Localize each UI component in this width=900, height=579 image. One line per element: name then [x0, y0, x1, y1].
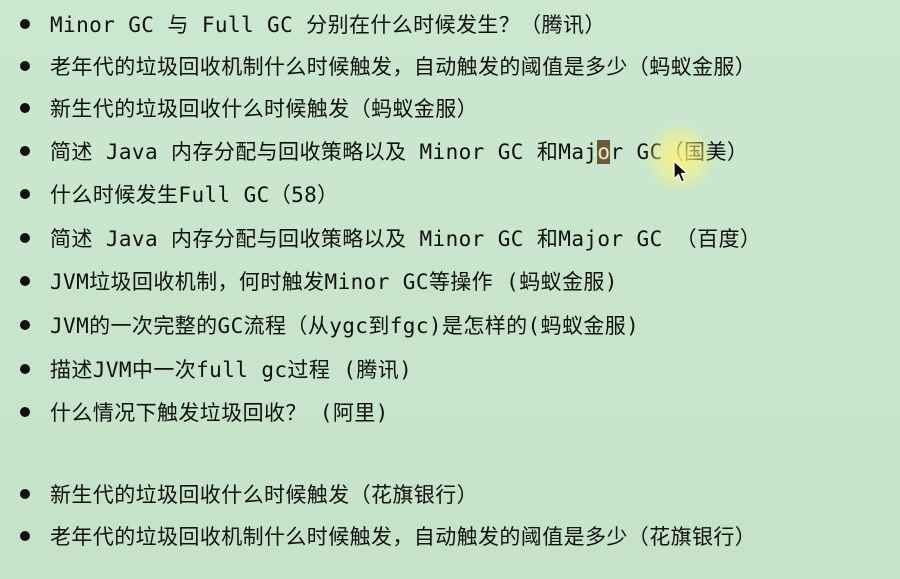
bullet-icon: [20, 320, 30, 330]
question-text: 简述 Java 内存分配与回收策略以及 Minor GC 和Major GC （…: [50, 227, 762, 251]
question-text: 简述 Java 内存分配与回收策略以及 Minor GC 和Major GC（国…: [50, 136, 748, 166]
question-text: Minor GC 与 Full GC 分别在什么时候发生？（腾讯）: [50, 13, 606, 37]
bullet-icon: [20, 61, 30, 71]
list-item: JVM垃圾回收机制，何时触发Minor GC等操作 (蚂蚁金服): [0, 261, 900, 301]
list-item: 新生代的垃圾回收什么时候触发（蚂蚁金服）: [0, 88, 900, 128]
question-text-before-selection: 简述 Java 内存分配与回收策略以及 Minor GC 和Maj: [50, 140, 598, 164]
bullet-icon: [20, 146, 30, 156]
bullet-icon: [20, 276, 30, 286]
bullet-icon: [20, 233, 30, 243]
bullet-icon: [20, 189, 30, 199]
list-item: 描述JVM中一次full gc过程 (腾讯): [0, 349, 900, 389]
list-item: 简述 Java 内存分配与回收策略以及 Minor GC 和Major GC （…: [0, 218, 900, 258]
bullet-icon: [20, 407, 30, 417]
question-text: 什么时候发生Full GC（58）: [50, 183, 339, 207]
bullet-icon: [20, 19, 30, 29]
question-text: 新生代的垃圾回收什么时候触发（蚂蚁金服）: [50, 97, 478, 121]
question-text: 新生代的垃圾回收什么时候触发（花旗银行）: [50, 483, 478, 507]
question-text: 老年代的垃圾回收机制什么时候触发，自动触发的阈值是多少（蚂蚁金服）: [50, 55, 757, 79]
bullet-icon: [20, 531, 30, 541]
list-item: Minor GC 与 Full GC 分别在什么时候发生？（腾讯）: [0, 4, 900, 44]
list-item: 什么情况下触发垃圾回收？ (阿里): [0, 392, 900, 432]
question-text: 老年代的垃圾回收机制什么时候触发，自动触发的阈值是多少（花旗银行）: [50, 525, 757, 549]
list-item: 新生代的垃圾回收什么时候触发（花旗银行）: [0, 474, 900, 514]
list-item: JVM的一次完整的GC流程（从ygc到fgc)是怎样的(蚂蚁金服): [0, 305, 900, 345]
bullet-icon: [20, 103, 30, 113]
mouse-pointer-icon: [673, 160, 689, 183]
question-text: 什么情况下触发垃圾回收？ (阿里): [50, 401, 389, 425]
list-item: 简述 Java 内存分配与回收策略以及 Minor GC 和Major GC（国…: [0, 131, 900, 171]
bullet-icon: [20, 489, 30, 499]
selected-text: o: [597, 140, 611, 164]
bullet-icon: [20, 364, 30, 374]
list-item: 老年代的垃圾回收机制什么时候触发，自动触发的阈值是多少（蚂蚁金服）: [0, 46, 900, 86]
question-text: 描述JVM中一次full gc过程 (腾讯): [50, 358, 413, 382]
list-item: 老年代的垃圾回收机制什么时候触发，自动触发的阈值是多少（花旗银行）: [0, 516, 900, 556]
slide-page: Minor GC 与 Full GC 分别在什么时候发生？（腾讯） 老年代的垃圾…: [0, 0, 900, 579]
list-item: 什么时候发生Full GC（58）: [0, 174, 900, 214]
question-text: JVM垃圾回收机制，何时触发Minor GC等操作 (蚂蚁金服): [50, 270, 618, 294]
question-text: JVM的一次完整的GC流程（从ygc到fgc)是怎样的(蚂蚁金服): [50, 314, 640, 338]
